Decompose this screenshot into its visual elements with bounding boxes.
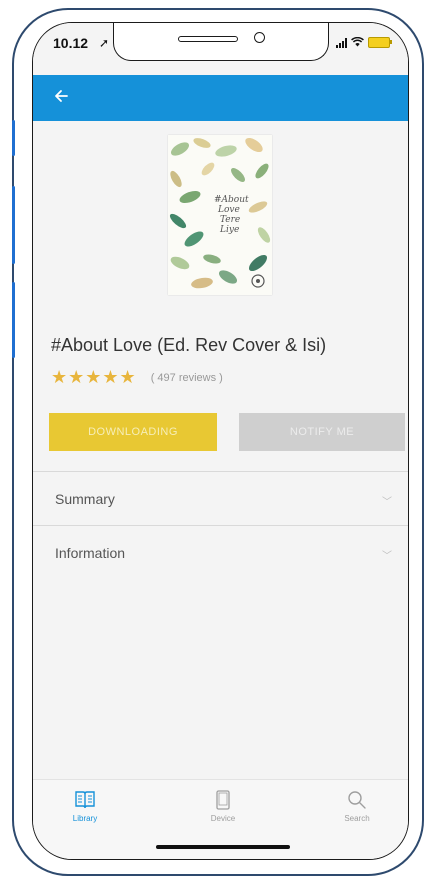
nav-label-device: Device: [210, 814, 236, 823]
rating-row: ★★★★★ ( 497 reviews ): [51, 367, 223, 388]
notch: [113, 23, 329, 61]
cover-line: Tere: [220, 215, 241, 225]
status-time: 10.12: [53, 35, 89, 51]
star-rating: ★★★★★: [51, 367, 137, 387]
battery-icon: [368, 37, 392, 48]
book-title: #About Love (Ed. Rev Cover & Isi): [51, 335, 327, 355]
mute-switch: [12, 120, 15, 156]
speaker-grille: [178, 36, 238, 42]
nav-item-search[interactable]: Search: [317, 790, 397, 823]
divider: [33, 471, 408, 472]
nav-label-search: Search: [344, 814, 370, 823]
chevron-down-icon[interactable]: ﹀: [382, 493, 392, 508]
front-camera: [254, 32, 265, 43]
cover-line: #About: [214, 195, 249, 205]
app-bar: [33, 75, 408, 121]
app-screen: 10.12 ➚ #About Love Tere Liye #About Lov…: [32, 22, 409, 860]
search-icon: [348, 791, 366, 809]
nav-label-library: Library: [72, 814, 98, 823]
review-count: ( 497 reviews ): [150, 371, 223, 384]
cover-line: Love: [218, 205, 240, 215]
status-icons: [336, 36, 392, 48]
downloading-button[interactable]: DOWNLOADING: [49, 413, 217, 451]
information-section-label[interactable]: Information: [55, 545, 125, 561]
location-arrow-icon: ➚: [99, 36, 110, 50]
book-cover[interactable]: #About Love Tere Liye: [168, 135, 272, 295]
wifi-icon: [351, 36, 364, 48]
nav-item-device[interactable]: Device: [183, 790, 263, 823]
notify-me-button[interactable]: NOTIFY ME: [239, 413, 405, 451]
phone-device-icon: [216, 790, 230, 810]
back-arrow-icon[interactable]: [51, 86, 71, 106]
divider: [33, 525, 408, 526]
volume-up-button: [12, 186, 15, 264]
home-indicator[interactable]: [156, 845, 290, 849]
nav-item-library[interactable]: Library: [45, 790, 125, 823]
book-open-icon: [75, 791, 95, 809]
cover-line: Liye: [220, 225, 240, 235]
status-bar: 10.12 ➚: [33, 23, 408, 75]
cellular-signal-icon: [336, 37, 347, 48]
chevron-down-icon[interactable]: ﹀: [382, 547, 392, 562]
volume-down-button: [12, 282, 15, 358]
cover-text: #About Love Tere Liye: [214, 195, 249, 235]
summary-section-label[interactable]: Summary: [55, 491, 115, 507]
